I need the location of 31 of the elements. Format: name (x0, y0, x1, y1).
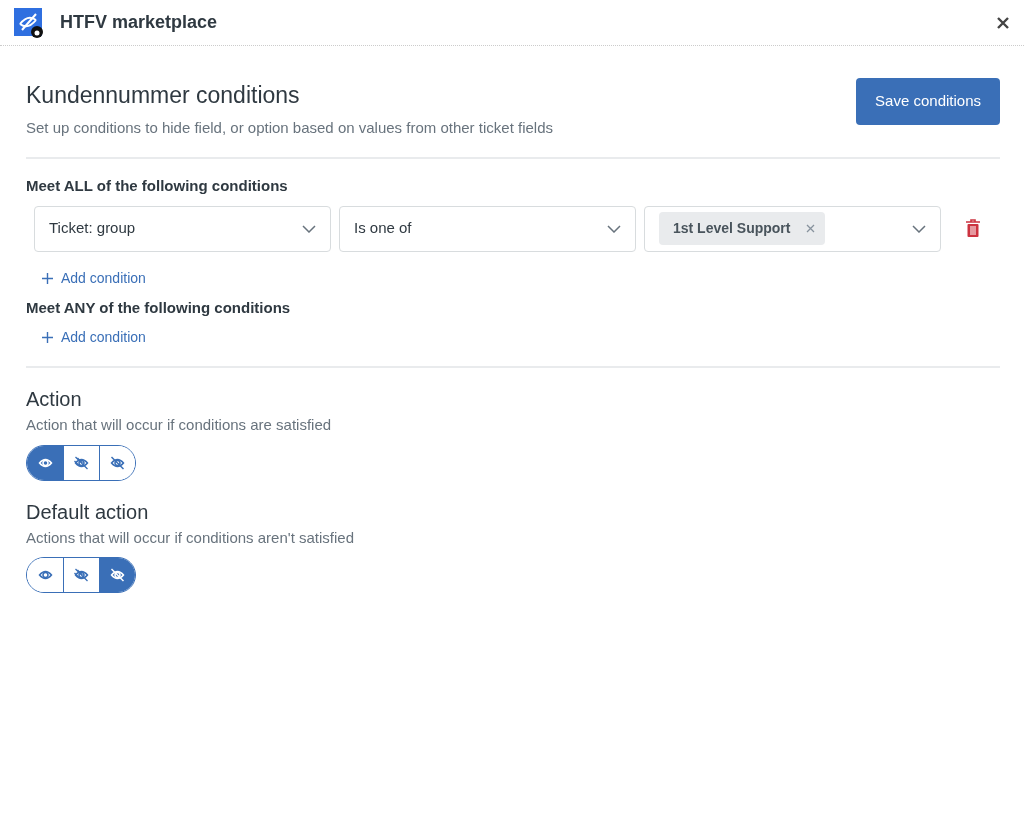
remove-tag-icon[interactable] (806, 224, 816, 233)
action-title: Action (26, 387, 83, 412)
conditions-heading: Meet ANY of the following conditions (26, 297, 292, 318)
section-title: Kundennummer conditions (26, 81, 301, 110)
operator-dropdown[interactable]: Is one of (339, 205, 636, 252)
visibility-toggle[interactable] (27, 445, 63, 480)
chevron-down-icon (912, 224, 926, 233)
value-tag: 1st Level Support (659, 212, 826, 245)
hatched-eye-icon (73, 567, 90, 583)
field-dropdown[interactable]: Ticket: group (34, 205, 331, 252)
add-condition-link[interactable]: Add condition (42, 327, 146, 348)
visibility-toggle[interactable] (99, 558, 135, 592)
trash-icon[interactable] (965, 219, 981, 238)
add-condition-link[interactable]: Add condition (42, 267, 146, 289)
eye-slash-icon (109, 567, 126, 583)
plus-icon (42, 272, 53, 284)
section-description: Set up conditions to hide field, or option based on values from other ticket fields (26, 117, 553, 138)
conditions-heading: Meet ALL of the following conditions (26, 176, 289, 196)
window-title: HTFV marketplace (60, 11, 218, 34)
hatched-eye-icon (73, 454, 90, 471)
visibility-toggle[interactable] (99, 445, 135, 480)
app-logo-icon (14, 7, 44, 38)
chevron-down-icon (302, 224, 316, 233)
action-title: Default action (26, 499, 150, 525)
eye-slash-icon (109, 454, 126, 471)
action-description: Actions that will occur if conditions aren't satisfied (26, 527, 355, 548)
action-description: Action that will occur if conditions are satisfied (26, 415, 333, 435)
save-conditions-button[interactable]: Save conditions (856, 78, 1000, 125)
plus-icon (42, 332, 53, 343)
chevron-down-icon (607, 224, 621, 233)
values-dropdown[interactable]: 1st Level Support (644, 205, 941, 252)
